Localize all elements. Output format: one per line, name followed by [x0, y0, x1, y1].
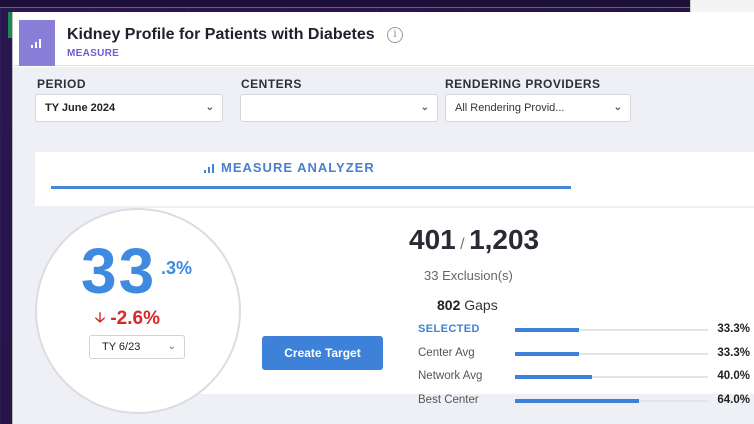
chevron-down-icon: ⌄ — [205, 102, 214, 113]
benchmark-label: Center Avg — [418, 347, 475, 359]
measure-panel: Kidney Profile for Patients with Diabete… — [12, 12, 754, 424]
benchmark-bar-fill — [515, 328, 580, 332]
benchmark-row: Network Avg 40.0% — [418, 367, 752, 387]
benchmark-bar-track — [515, 399, 708, 403]
ratio-divider: / — [455, 236, 470, 253]
benchmark-bar-track — [515, 352, 708, 356]
exclusions-label: Exclusion(s) — [442, 268, 513, 283]
exclusions-line: 33 Exclusion(s) — [424, 268, 513, 283]
benchmark-bar-track — [515, 328, 708, 332]
gaps-count: 802 — [437, 297, 461, 313]
period-value: TY June 2024 — [45, 102, 116, 114]
denominator: 1,203 — [469, 224, 540, 255]
measure-header: Kidney Profile for Patients with Diabete… — [13, 12, 754, 66]
benchmark-bar-fill — [515, 399, 639, 403]
filter-bar: PERIOD TY June 2024 ⌄ CENTERS ⌄ RENDERIN… — [13, 67, 754, 140]
exclusions-count: 33 — [424, 268, 439, 283]
centers-select[interactable]: ⌄ — [240, 94, 438, 122]
period-select[interactable]: TY June 2024 ⌄ — [35, 94, 223, 122]
benchmark-row: Center Avg 33.3% — [418, 344, 752, 364]
page-subtitle: MEASURE — [67, 48, 120, 59]
ratio-display: 401 / 1,203 — [409, 224, 539, 256]
benchmark-bar-fill — [515, 375, 593, 379]
compare-period-value: TY 6/23 — [102, 341, 141, 353]
benchmark-row: SELECTED 33.3% — [418, 320, 752, 340]
tab-measure-analyzer[interactable]: MEASURE ANALYZER — [203, 160, 375, 175]
gaps-label: Gaps — [464, 297, 498, 313]
centers-label: CENTERS — [241, 77, 302, 91]
chevron-down-icon: ⌄ — [420, 102, 429, 113]
chevron-down-icon: ⌄ — [167, 341, 176, 352]
chevron-down-icon: ⌄ — [613, 102, 622, 113]
top-window-strip — [0, 0, 690, 8]
measure-icon — [19, 20, 55, 66]
benchmark-label: SELECTED — [418, 323, 480, 335]
benchmark-value: 64.0% — [717, 394, 750, 406]
score-decimal: .3% — [161, 258, 193, 278]
period-label: PERIOD — [37, 77, 87, 91]
arrow-down-icon: 🡣 — [95, 309, 106, 325]
tab-measure-analyzer-label: MEASURE ANALYZER — [221, 160, 375, 175]
providers-value: All Rendering Provid... — [455, 102, 565, 114]
benchmark-label: Best Center — [418, 394, 479, 406]
gaps-line: 802 Gaps — [437, 297, 498, 313]
score-delta-value: -2.6% — [110, 308, 160, 329]
bar-chart-icon — [204, 164, 214, 173]
benchmark-bar-fill — [515, 352, 580, 356]
numerator: 401 — [409, 224, 456, 255]
compare-period-select[interactable]: TY 6/23 ⌄ — [89, 335, 185, 359]
benchmark-row: Best Center 64.0% — [418, 391, 752, 411]
info-icon[interactable]: i — [387, 27, 403, 43]
score-delta: 🡣 -2.6% — [95, 307, 160, 331]
tab-bar — [35, 152, 754, 206]
active-tab-indicator — [51, 186, 571, 189]
benchmark-bar-track — [515, 375, 708, 379]
benchmark-value: 40.0% — [717, 370, 750, 382]
page-title: Kidney Profile for Patients with Diabete… — [67, 26, 375, 43]
benchmark-value: 33.3% — [717, 347, 750, 359]
benchmark-value: 33.3% — [717, 323, 750, 335]
score-integer: 33 — [81, 235, 157, 307]
providers-label: RENDERING PROVIDERS — [445, 77, 601, 91]
providers-select[interactable]: All Rendering Provid... ⌄ — [445, 94, 631, 122]
benchmark-label: Network Avg — [418, 370, 483, 382]
create-target-button[interactable]: Create Target — [262, 336, 383, 370]
bar-chart-icon — [31, 39, 41, 48]
